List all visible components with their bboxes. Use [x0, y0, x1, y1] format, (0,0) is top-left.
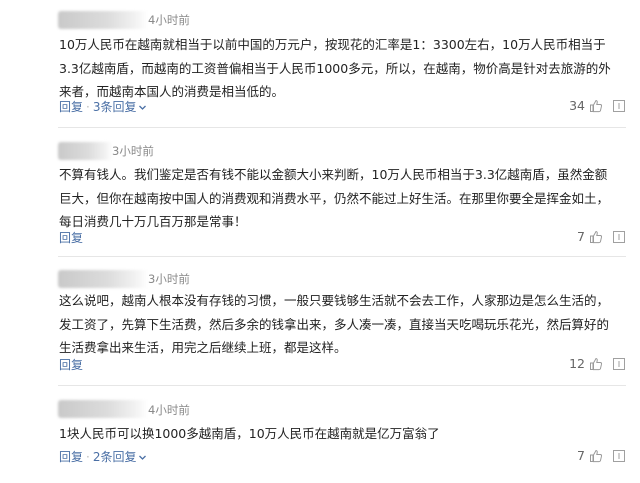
comment-actions: 回复	[59, 356, 83, 373]
like-control[interactable]: 34	[569, 98, 603, 113]
comment-actions: 回复 · 3条回复	[59, 98, 147, 115]
actions-separator: ·	[86, 100, 90, 114]
like-count: 7	[577, 448, 585, 463]
chevron-down-icon	[139, 105, 147, 110]
comment-text: 10万人民币在越南就相当于以前中国的万元户，按现花的汇率是1：3300左右，10…	[59, 37, 611, 99]
comment-time: 3小时前	[112, 144, 154, 158]
reply-button[interactable]: 回复	[59, 231, 83, 245]
replies-count: 3条回复	[92, 100, 137, 114]
view-replies-button[interactable]: 2条回复	[93, 450, 148, 464]
reply-button[interactable]: 回复	[59, 358, 83, 372]
like-count: 12	[569, 356, 585, 371]
comment-time: 3小时前	[148, 272, 190, 286]
thumbs-up-icon	[590, 357, 603, 370]
more-options-icon[interactable]	[612, 99, 626, 113]
actions-separator: ·	[86, 450, 90, 464]
like-control[interactable]: 7	[577, 229, 603, 244]
reply-button[interactable]: 回复	[59, 450, 83, 464]
like-count: 7	[577, 229, 585, 244]
replies-count: 2条回复	[92, 450, 137, 464]
like-control[interactable]: 12	[569, 356, 603, 371]
username-blurred[interactable]	[58, 400, 148, 418]
more-options-icon[interactable]	[612, 230, 626, 244]
username-blurred[interactable]	[58, 270, 148, 288]
comment-item: 4小时前 1块人民币可以换1000多越南盾，10万人民币在越南就是亿万富翁了 回…	[0, 385, 640, 483]
username-blurred[interactable]	[58, 142, 113, 160]
more-options-icon[interactable]	[612, 357, 626, 371]
comment-item: 3小时前 这么说吧，越南人根本没有存钱的习惯，一般只要钱够生活就不会去工作，人家…	[0, 256, 640, 386]
view-replies-button[interactable]: 3条回复	[93, 100, 148, 114]
comment-actions: 回复 · 2条回复	[59, 448, 147, 465]
comment-time: 4小时前	[148, 13, 190, 27]
reply-button[interactable]: 回复	[59, 100, 83, 114]
like-count: 34	[569, 98, 585, 113]
comment-text: 1块人民币可以换1000多越南盾，10万人民币在越南就是亿万富翁了	[59, 426, 440, 441]
like-control[interactable]: 7	[577, 448, 603, 463]
comment-text: 这么说吧，越南人根本没有存钱的习惯，一般只要钱够生活就不会去工作，人家那边是怎么…	[59, 293, 610, 355]
comment-item: 4小时前 10万人民币在越南就相当于以前中国的万元户，按现花的汇率是1：3300…	[0, 0, 640, 128]
comment-item: 3小时前 不算有钱人。我们鉴定是否有钱不能以金额大小来判断，10万人民币相当于3…	[0, 128, 640, 257]
comment-actions: 回复	[59, 229, 83, 246]
comment-text: 不算有钱人。我们鉴定是否有钱不能以金额大小来判断，10万人民币相当于3.3亿越南…	[59, 167, 610, 229]
chevron-down-icon	[139, 455, 147, 460]
thumbs-up-icon	[590, 449, 603, 462]
username-blurred[interactable]	[58, 11, 148, 29]
more-options-icon[interactable]	[612, 449, 626, 463]
comment-time: 4小时前	[148, 403, 190, 417]
thumbs-up-icon	[590, 99, 603, 112]
thumbs-up-icon	[590, 230, 603, 243]
